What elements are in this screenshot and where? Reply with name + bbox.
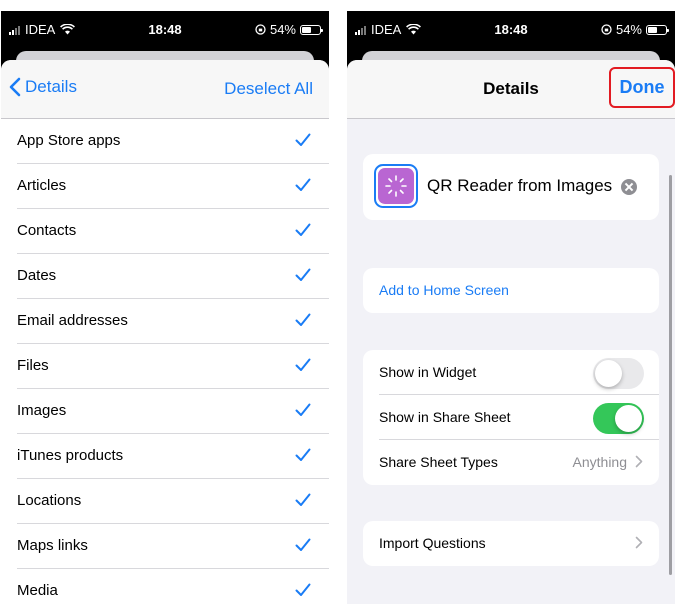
checkmark-icon [295,313,311,326]
checkmark-icon [295,403,311,416]
navigation-bar: Details Deselect All [1,60,329,119]
show-in-widget-row: Show in Widget [363,350,659,395]
share-sheet-types-row[interactable]: Share Sheet Types Anything [363,440,659,485]
checkmark-icon [295,268,311,281]
checkmark-icon [295,358,311,371]
list-item[interactable]: Locations [1,479,329,524]
list-item-label: Dates [17,267,57,284]
shortcut-name[interactable]: QR Reader from Images [427,176,617,196]
content-type-list: App Store apps Articles Contacts Dates E… [1,119,329,604]
details-sheet: Details Deselect All App Store apps Arti… [1,60,329,604]
list-item-label: Email addresses [17,312,128,329]
checkmark-icon [295,448,311,461]
toggle-knob [615,405,642,432]
shortcut-card: QR Reader from Images [363,154,659,220]
list-item-label: Articles [17,177,67,194]
checkmark-icon [295,538,311,551]
orientation-lock-icon [255,24,266,35]
list-item-label: iTunes products [17,447,124,464]
checkmark-icon [295,493,311,506]
settings-card: Show in Widget Show in Share Sheet Share… [363,350,659,485]
chevron-right-icon [635,455,643,468]
list-item-label: Maps links [17,537,88,554]
chevron-right-icon [635,536,643,549]
list-item[interactable]: App Store apps [1,119,329,164]
battery-icon [300,24,323,35]
status-bar: IDEA 18:48 54% [1,11,329,51]
clear-name-button[interactable] [621,179,637,195]
list-item-label: Contacts [17,222,77,239]
import-questions-row: Import Questions [363,521,659,566]
shortcut-icon [378,168,414,204]
show-in-share-sheet-row: Show in Share Sheet [363,395,659,440]
list-item[interactable]: Images [1,389,329,434]
status-bar: IDEA 18:48 54% [347,11,675,51]
toggle-knob [595,360,622,387]
add-home-card: Add to Home Screen [363,268,659,313]
back-button[interactable]: Details [9,77,77,97]
battery-percent: 54% [615,22,642,37]
right-phone-screen: IDEA 18:48 54% Details Done QR Reader fr… [347,11,675,604]
show-in-widget-label: Show in Widget [379,364,477,380]
import-questions-label: Import Questions [379,535,486,551]
navigation-bar: Details Done [347,60,675,119]
sparkle-icon [385,175,407,197]
share-sheet-types-label: Share Sheet Types [379,454,498,470]
list-item[interactable]: Contacts [1,209,329,254]
checkmark-icon [295,178,311,191]
battery-icon [646,24,669,35]
checkmark-icon [295,583,311,596]
shortcut-icon-button[interactable] [374,164,418,208]
list-item-label: Locations [17,492,82,509]
list-item[interactable]: Maps links [1,524,329,569]
deselect-all-button[interactable]: Deselect All [224,79,313,99]
status-right-group: 54% [255,22,323,37]
list-item[interactable]: Media [1,569,329,604]
back-label: Details [25,77,77,96]
list-item[interactable]: iTunes products [1,434,329,479]
list-item[interactable]: Email addresses [1,299,329,344]
details-sheet: Details Done QR Reader from Images Add t… [347,60,675,604]
list-item[interactable]: Files [1,344,329,389]
orientation-lock-icon [601,24,612,35]
list-item-label: Images [17,402,67,419]
import-questions-card[interactable]: Import Questions [363,521,659,566]
share-sheet-types-value: Anything [572,454,627,470]
checkmark-icon [295,223,311,236]
checkmark-icon [295,133,311,146]
add-to-home-screen-link[interactable]: Add to Home Screen [379,282,509,298]
show-in-widget-toggle[interactable] [593,358,644,389]
done-button[interactable]: Done [609,67,675,108]
show-in-share-sheet-label: Show in Share Sheet [379,409,511,425]
left-phone-screen: IDEA 18:48 54% Details Deselect All App … [1,11,329,604]
list-item-label: Files [17,357,49,374]
show-in-share-sheet-toggle[interactable] [593,403,644,434]
list-item[interactable]: Dates [1,254,329,299]
list-item-label: Media [17,582,58,599]
list-item[interactable]: Articles [1,164,329,209]
chevron-left-icon [9,77,21,97]
list-item-label: App Store apps [17,132,121,149]
status-right-group: 54% [601,22,669,37]
scrollbar[interactable] [669,175,672,575]
battery-percent: 54% [269,22,296,37]
